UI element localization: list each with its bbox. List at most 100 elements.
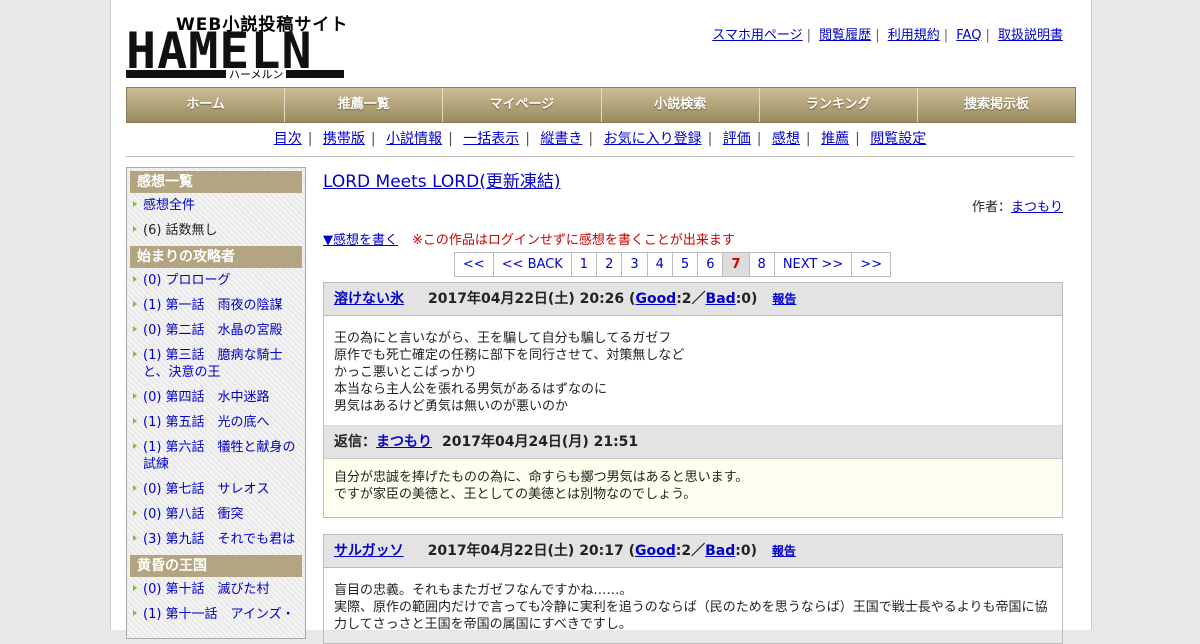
good-count: :2／ <box>676 291 706 307</box>
nav-ranking[interactable]: ランキング <box>759 88 918 122</box>
sidebar-item-label[interactable]: (0) 第四話 水中迷路 <box>143 390 270 405</box>
sidebar-section-title: 黄昏の王国 <box>130 555 302 577</box>
author-line: 作者：まつもり <box>323 196 1063 215</box>
subnav-comments[interactable]: 感想 <box>772 131 800 147</box>
sidebar-item[interactable]: (1) 第一話 雨夜の陰謀 <box>127 293 305 318</box>
page-number[interactable]: 1 <box>570 252 598 277</box>
report-link[interactable]: 報告 <box>772 292 796 306</box>
write-comment-row: ▼感想を書く ※この作品はログインせずに感想を書くことが出来ます <box>323 229 1063 248</box>
sidebar-item[interactable]: (0) 第二話 水晶の宮殿 <box>127 318 305 343</box>
nav-mypage[interactable]: マイページ <box>443 88 602 122</box>
sidebar-item-label[interactable]: (1) 第十一話 アインズ・ <box>143 607 295 622</box>
report-link[interactable]: 報告 <box>772 544 796 558</box>
page-container: WEB小説投稿サイト HAMELN ハーメルン スマホ用ページ | 閲覧履歴 | 利… <box>110 0 1092 644</box>
sidebar-item[interactable]: (1) 第六話 犠牲と献身の試練 <box>127 435 305 477</box>
page-current: 7 <box>722 252 750 277</box>
sidebar-item[interactable]: (0) 第八話 衝突 <box>127 502 305 527</box>
subnav-mobile[interactable]: 携帯版 <box>323 131 365 147</box>
subnav-recommend[interactable]: 推薦 <box>821 131 849 147</box>
page-next[interactable]: NEXT >> <box>773 252 853 277</box>
bad-count: :0) <box>735 543 758 559</box>
bad-count: :0) <box>735 291 758 307</box>
nav-recommend[interactable]: 推薦一覧 <box>285 88 444 122</box>
subnav-info[interactable]: 小説情報 <box>386 131 442 147</box>
divider <box>126 156 1074 157</box>
sidebar-item[interactable]: (0) 第四話 水中迷路 <box>127 385 305 410</box>
comment-header: サルガッソ 2017年04月22日(土) 20:17 (Good:2／Bad:0)… <box>324 535 1062 568</box>
sidebar-item-label[interactable]: (0) 第七話 サレオス <box>143 482 270 497</box>
sidebar-item[interactable]: (0) プロローグ <box>127 268 305 293</box>
faq-link[interactable]: FAQ <box>956 28 981 43</box>
reply-user-link[interactable]: まつもり <box>376 434 432 450</box>
login-notice: ※この作品はログインせずに感想を書くことが出来ます <box>412 233 735 248</box>
page-last[interactable]: >> <box>851 252 892 277</box>
sidebar-item[interactable]: (1) 第五話 光の底へ <box>127 410 305 435</box>
logo-kana: ハーメルン <box>226 69 287 81</box>
sub-nav: 目次 | 携帯版 | 小説情報 | 一括表示 | 縦書き | お気に入り登録 | 評価 | 感… <box>273 131 927 147</box>
sidebar-item-label[interactable]: (1) 第三話 臆病な騎士と、決意の王 <box>143 348 283 380</box>
page-number[interactable]: 2 <box>596 252 623 277</box>
sidebar-item[interactable]: (0) 第十話 滅びた村 <box>127 577 305 602</box>
comment-body: 盲目の忠義。それもまたガゼフなんですかね……。 実際、原作の範囲内だけで言っても… <box>334 583 1048 632</box>
nav-home[interactable]: ホーム <box>127 88 286 122</box>
comment-date: 2017年04月22日(土) 20:26 <box>428 291 625 307</box>
good-link[interactable]: Good <box>635 543 676 559</box>
reply-label: 返信： <box>334 434 376 450</box>
write-comment-link[interactable]: ▼感想を書く <box>323 233 398 248</box>
page-first[interactable]: << <box>453 252 494 277</box>
top-links: スマホ用ページ | 閲覧履歴 | 利用規約 | FAQ | 取扱説明書 <box>712 28 1063 43</box>
sidebar-item: (6) 話数無し <box>127 218 305 243</box>
subnav-rating[interactable]: 評価 <box>723 131 751 147</box>
sidebar-item-label[interactable]: (1) 第一話 雨夜の陰謀 <box>143 298 283 313</box>
sidebar-item-label[interactable]: (0) 第十話 滅びた村 <box>143 582 270 597</box>
comment-header: 溶けない氷 2017年04月22日(土) 20:26 (Good:2／Bad:0)… <box>324 283 1062 316</box>
sidebar-item-label: (6) 話数無し <box>143 223 218 238</box>
history-link[interactable]: 閲覧履歴 <box>819 28 871 43</box>
comment-body: 王の為にと言いながら、王を騙して自分も騙してるガゼフ 原作でも死亡確定の任務に部… <box>334 331 685 414</box>
subnav-settings[interactable]: 閲覧設定 <box>870 131 926 147</box>
sidebar-item-label[interactable]: (0) 第二話 水晶の宮殿 <box>143 323 283 338</box>
reply-date: 2017年04月24日(月) 21:51 <box>442 434 639 450</box>
sidebar-item-label[interactable]: (1) 第五話 光の底へ <box>143 415 270 430</box>
page-back[interactable]: << BACK <box>492 252 572 277</box>
page-number[interactable]: 6 <box>697 252 724 277</box>
nav-novel-search[interactable]: 小説検索 <box>601 88 760 122</box>
comment-user-link[interactable]: サルガッソ <box>334 543 404 559</box>
subnav-toc[interactable]: 目次 <box>274 131 302 147</box>
page-number[interactable]: 3 <box>621 252 648 277</box>
manual-link[interactable]: 取扱説明書 <box>998 28 1063 43</box>
page-number[interactable]: 5 <box>671 252 699 277</box>
sidebar-item-label[interactable]: (1) 第六話 犠牲と献身の試練 <box>143 440 296 472</box>
main-nav: ホーム 推薦一覧 マイページ 小説検索 ランキング 捜索掲示板 <box>126 87 1076 123</box>
page-number[interactable]: 8 <box>748 252 775 277</box>
bad-link[interactable]: Bad <box>705 543 735 559</box>
sidebar-item[interactable]: (0) 第七話 サレオス <box>127 477 305 502</box>
subnav-favorite[interactable]: お気に入り登録 <box>604 131 702 147</box>
subnav-vertical[interactable]: 縦書き <box>540 131 582 147</box>
comment-user-link[interactable]: 溶けない氷 <box>334 291 404 307</box>
sidebar-section-title: 始まりの攻略者 <box>130 246 302 268</box>
author-link[interactable]: まつもり <box>1011 200 1063 215</box>
sidebar-item-label[interactable]: (0) 第八話 衝突 <box>143 507 244 522</box>
subnav-all[interactable]: 一括表示 <box>463 131 519 147</box>
sidebar-item-label[interactable]: (3) 第九話 それでも君は <box>143 532 295 547</box>
sidebar-item[interactable]: (1) 第三話 臆病な騎士と、決意の王 <box>127 343 305 385</box>
sidebar-item-label[interactable]: 感想全件 <box>143 198 195 213</box>
terms-link[interactable]: 利用規約 <box>888 28 940 43</box>
sidebar-section-title: 感想一覧 <box>130 171 302 193</box>
novel-title-link[interactable]: LORD Meets LORD(更新凍結) <box>323 172 560 192</box>
sidebar-item[interactable]: (3) 第九話 それでも君は <box>127 527 305 552</box>
site-logo[interactable]: WEB小説投稿サイト HAMELN ハーメルン <box>126 8 347 81</box>
nav-search-board[interactable]: 捜索掲示板 <box>917 88 1076 122</box>
good-link[interactable]: Good <box>635 291 676 307</box>
sidebar-item-label[interactable]: (0) プロローグ <box>143 273 231 288</box>
comment-card: 溶けない氷 2017年04月22日(土) 20:26 (Good:2／Bad:0)… <box>323 282 1063 518</box>
smartphone-page-link[interactable]: スマホ用ページ <box>712 28 802 43</box>
bad-link[interactable]: Bad <box>706 291 736 307</box>
good-count: :2／ <box>675 543 706 559</box>
sidebar-item[interactable]: 感想全件 <box>127 193 305 218</box>
page-number[interactable]: 4 <box>646 252 673 277</box>
sidebar-item[interactable]: (1) 第十一話 アインズ・ <box>127 602 305 627</box>
comment-date: 2017年04月22日(土) 20:17 <box>427 543 624 559</box>
comments-main: LORD Meets LORD(更新凍結) 作者：まつもり ▼感想を書く ※この作… <box>323 167 1063 644</box>
